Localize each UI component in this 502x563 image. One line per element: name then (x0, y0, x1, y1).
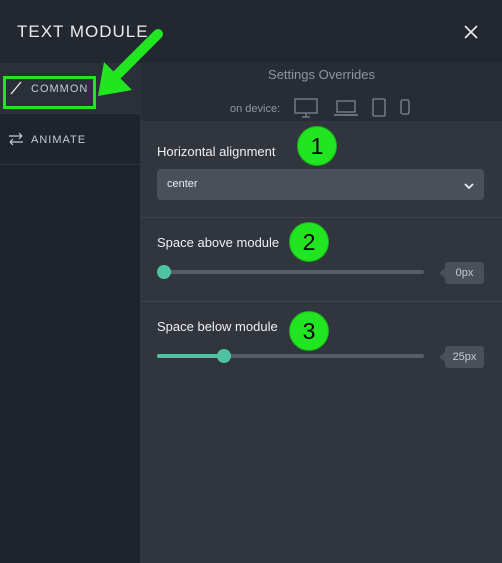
alignment-value: center (167, 178, 198, 190)
close-icon[interactable] (459, 20, 483, 44)
sidebar-item-label: ANIMATE (31, 134, 87, 146)
tablet-icon[interactable] (372, 98, 386, 123)
annotation-badge-3: 3 (289, 311, 329, 351)
space-below-label: Space below module (157, 319, 278, 334)
sidebar-item-animate[interactable]: ANIMATE (0, 114, 140, 164)
annotation-badge-2: 2 (289, 222, 329, 262)
text-module-panel: TEXT MODULE COMMON ANIMATE Settings Over… (0, 0, 502, 563)
space-above-value[interactable]: 0px (439, 262, 484, 284)
laptop-icon[interactable] (334, 98, 358, 123)
space-above-slider[interactable] (157, 265, 424, 279)
slider-fill (157, 354, 224, 358)
pointer-arrow-icon (92, 28, 172, 108)
alignment-label: Horizontal alignment (157, 144, 276, 159)
alignment-select[interactable]: center (157, 169, 484, 200)
overrides-title: Settings Overrides (268, 67, 375, 82)
chevron-down-icon (463, 179, 475, 191)
annotation-badge-1: 1 (297, 126, 337, 166)
highlight-box (3, 76, 96, 109)
phone-icon[interactable] (400, 98, 410, 123)
space-above-label: Space above module (157, 235, 280, 250)
slider-thumb[interactable] (216, 349, 231, 363)
space-below-value[interactable]: 25px (439, 346, 484, 368)
device-label: on device: (230, 103, 281, 115)
slider-thumb[interactable] (157, 265, 171, 279)
sidebar: COMMON ANIMATE (0, 63, 141, 563)
desktop-icon[interactable] (294, 98, 318, 123)
swap-arrows-icon (8, 131, 24, 147)
space-below-slider[interactable] (157, 349, 424, 363)
panel-header: TEXT MODULE (0, 0, 502, 63)
sidebar-divider (0, 164, 140, 165)
settings-overrides: Settings Overrides on device: (141, 63, 502, 121)
